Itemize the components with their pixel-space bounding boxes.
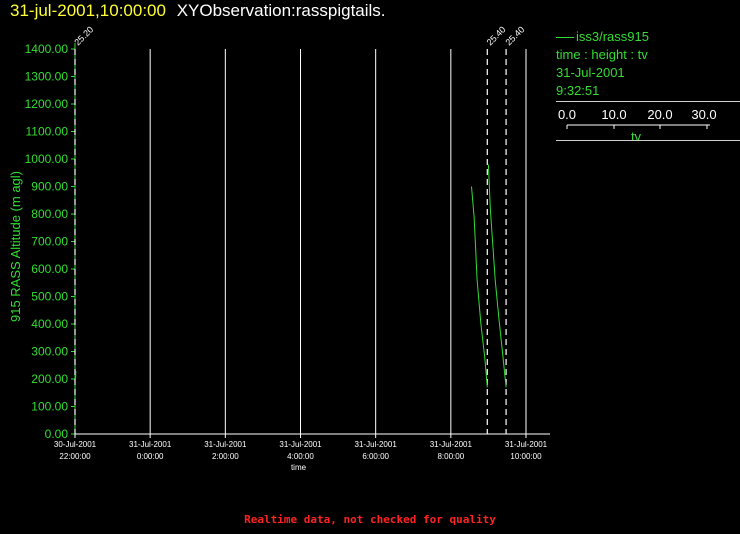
y-tick-label: 1300.00 [25, 70, 69, 84]
scale-tick-label: 0.0 [558, 107, 576, 122]
x-tick-date-label: 31-Jul-2001 [129, 440, 172, 449]
scale-tick-label: 10.0 [601, 107, 626, 122]
x-tick-time-label: 2:00:00 [212, 452, 239, 461]
legend-date: 31-Jul-2001 [556, 65, 625, 80]
series-line [471, 186, 488, 388]
y-tick-label: 100.00 [31, 400, 68, 414]
y-tick-label: 1400.00 [25, 42, 69, 56]
y-tick-label: 1200.00 [25, 97, 69, 111]
x-tick-date-label: 31-Jul-2001 [279, 440, 322, 449]
profile-marker-label: 25.40 [503, 24, 526, 47]
legend-divider-bottom [556, 140, 740, 141]
x-tick-date-label: 31-Jul-2001 [505, 440, 548, 449]
legend-time: 9:32:51 [556, 83, 600, 98]
x-tick-time-label: 4:00:00 [287, 452, 314, 461]
quality-warning: Realtime data, not checked for quality [244, 513, 496, 526]
y-tick-label: 200.00 [31, 372, 68, 386]
legend-divider-top [556, 101, 740, 102]
x-tick-date-label: 31-Jul-2001 [430, 440, 473, 449]
y-tick-label: 900.00 [31, 180, 68, 194]
y-tick-label: 1100.00 [26, 125, 69, 139]
legend-series-label: iss3/rass915 [576, 29, 649, 44]
y-tick-label: 1000.00 [25, 152, 69, 166]
x-tick-time-label: 22:00:00 [59, 452, 91, 461]
x-tick-time-label: 10:00:00 [510, 452, 542, 461]
x-tick-time-label: 8:00:00 [437, 452, 464, 461]
x-axis-label: time [291, 463, 307, 472]
y-tick-label: 300.00 [31, 345, 68, 359]
tv-scale-bar: 0.0 10.0 20.0 30.0 tv [558, 107, 717, 144]
series-line [487, 164, 507, 388]
y-tick-label: 600.00 [31, 262, 68, 276]
y-tick-label: 400.00 [31, 317, 68, 331]
legend-series-row: iss3/rass915 [556, 28, 740, 46]
x-tick-date-label: 30-Jul-2001 [54, 440, 97, 449]
y-tick-label: 700.00 [31, 235, 68, 249]
profile-marker-label: 25.40 [485, 24, 508, 47]
profile-marker-label: 25.20 [72, 24, 95, 47]
x-tick-time-label: 6:00:00 [362, 452, 389, 461]
y-tick-label: 500.00 [31, 290, 68, 304]
legend-line-swatch [556, 37, 574, 39]
x-tick-date-label: 31-Jul-2001 [355, 440, 398, 449]
scale-axis-label: tv [631, 129, 642, 144]
legend-quantity: time : height : tv [556, 47, 648, 62]
x-tick-date-label: 31-Jul-2001 [204, 440, 247, 449]
scale-tick-label: 30.0 [691, 107, 716, 122]
y-tick-label: 0.00 [45, 427, 69, 441]
x-tick-time-label: 0:00:00 [137, 452, 164, 461]
scale-tick-label: 20.0 [647, 107, 672, 122]
y-axis-label: 915 RASS Altitude (m agl) [8, 171, 23, 322]
y-tick-label: 800.00 [31, 207, 68, 221]
legend: iss3/rass915 time : height : tv 31-Jul-2… [556, 28, 740, 100]
